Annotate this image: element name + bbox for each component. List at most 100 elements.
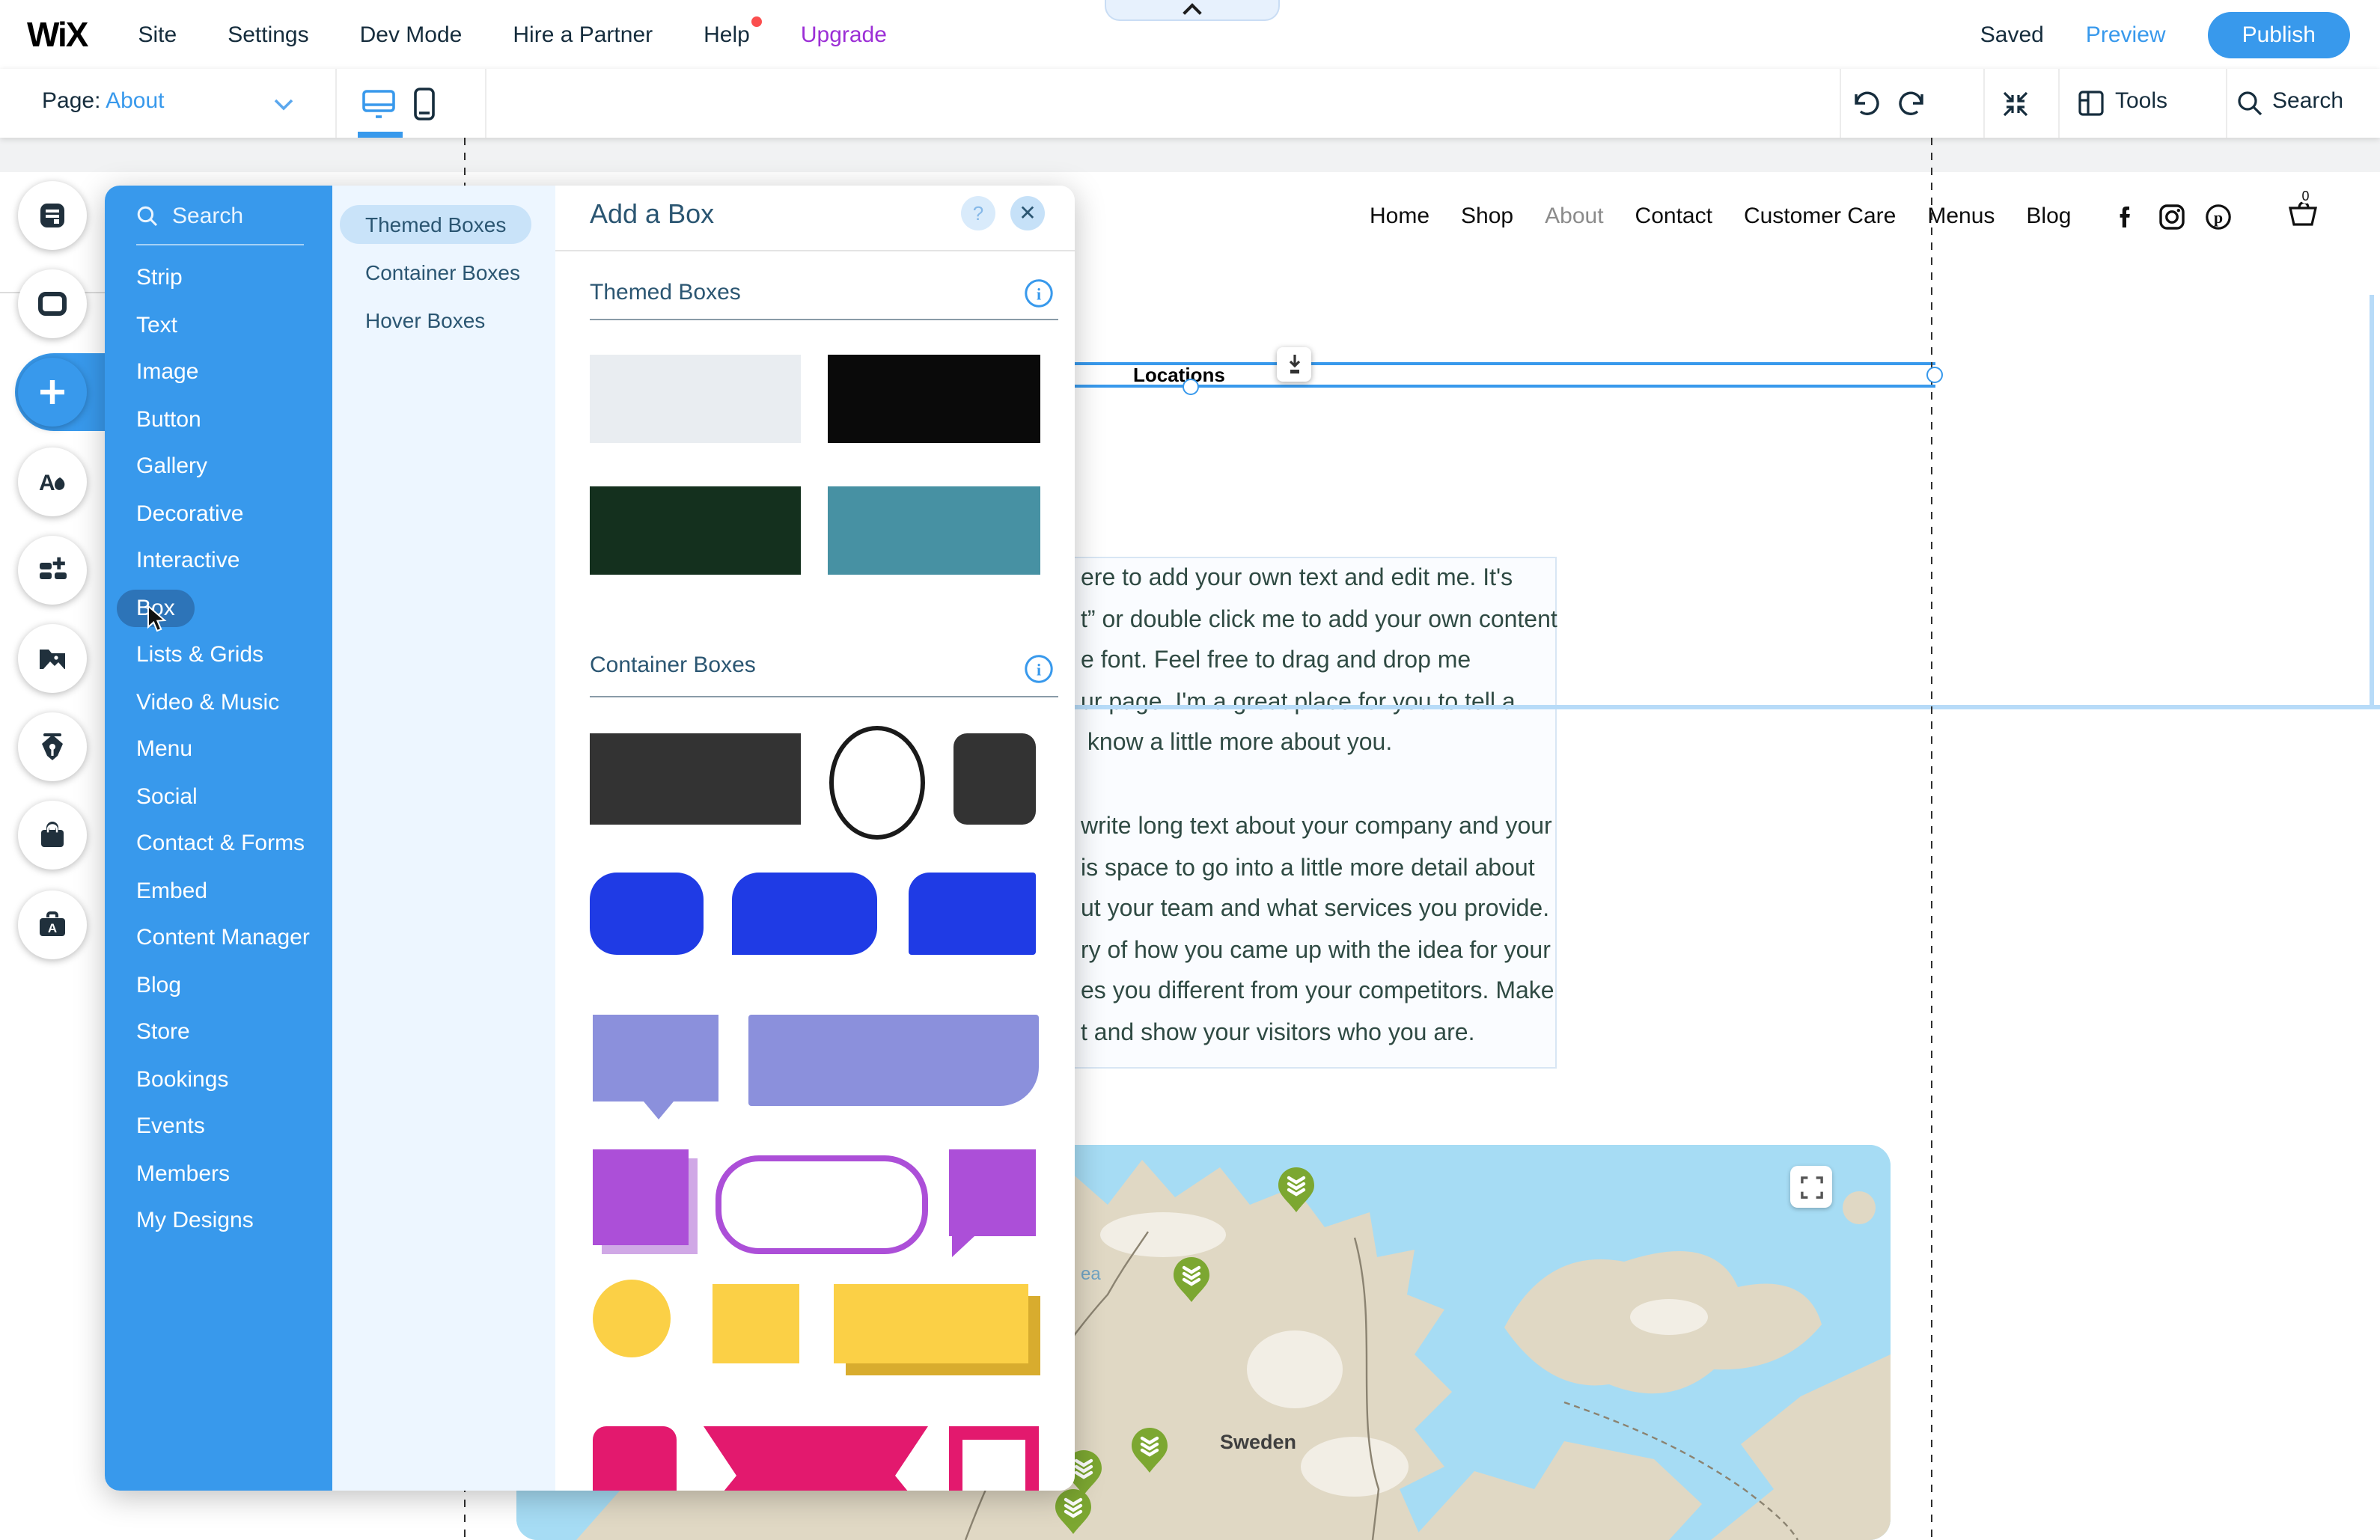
redo-icon[interactable] (1898, 90, 1928, 117)
site-nav-contact[interactable]: Contact (1635, 204, 1712, 229)
themed-box-black[interactable] (828, 355, 1040, 443)
help-button[interactable]: ? (961, 196, 995, 230)
category-button[interactable]: Button (105, 396, 310, 443)
category-bookings[interactable]: Bookings (105, 1056, 310, 1103)
panel-search-field[interactable]: Search (136, 204, 243, 229)
container-box-blue-rect[interactable] (909, 873, 1036, 955)
site-nav-menus[interactable]: Menus (1927, 204, 1995, 229)
container-box-blue-rounded-2[interactable] (732, 873, 877, 955)
site-nav-about[interactable]: About (1545, 204, 1603, 229)
container-box-purple-square[interactable] (593, 1149, 689, 1245)
subnav-themed-boxes-selected[interactable]: Themed Boxes (332, 201, 531, 248)
sidebar-app-market-button[interactable] (18, 536, 87, 605)
subnav-container-boxes[interactable]: Container Boxes (332, 248, 531, 296)
selection-handle-bottom[interactable] (1183, 379, 1199, 395)
themed-box-teal[interactable] (828, 486, 1040, 575)
category-video-music[interactable]: Video & Music (105, 679, 310, 726)
desktop-icon[interactable] (361, 88, 397, 120)
container-box-ribbon[interactable] (704, 1426, 928, 1491)
container-box-yellow-circle[interactable] (593, 1280, 671, 1357)
container-box-outline-square[interactable] (949, 1426, 1039, 1491)
container-box-speech-bubble[interactable] (593, 1015, 718, 1101)
location-pin-icon[interactable] (1278, 1167, 1314, 1212)
close-button[interactable]: ✕ (1010, 196, 1045, 230)
menu-help[interactable]: Help (704, 22, 750, 47)
category-events[interactable]: Events (105, 1103, 310, 1150)
category-box-selected[interactable]: Box (105, 584, 310, 632)
menu-site[interactable]: Site (138, 22, 177, 47)
tools-button[interactable]: Tools (2115, 88, 2167, 114)
container-box-yellow-rect[interactable] (834, 1284, 1028, 1363)
themed-box-green[interactable] (590, 486, 801, 575)
category-my-designs[interactable]: My Designs (105, 1197, 310, 1244)
search-button[interactable]: Search (2272, 88, 2343, 114)
container-box-rect-dark[interactable] (590, 733, 801, 825)
category-members[interactable]: Members (105, 1150, 310, 1197)
page-dropdown-chevron[interactable] (274, 99, 293, 111)
search-icon[interactable] (2236, 90, 2263, 117)
wix-logo[interactable]: WiX (27, 14, 88, 55)
category-social[interactable]: Social (105, 773, 310, 820)
sidebar-store-button[interactable] (18, 801, 87, 870)
category-blog[interactable]: Blog (105, 962, 310, 1009)
category-decorative[interactable]: Decorative (105, 490, 310, 537)
category-text[interactable]: Text (105, 302, 310, 349)
undo-icon[interactable] (1850, 90, 1880, 117)
site-nav-customer-care[interactable]: Customer Care (1744, 204, 1896, 229)
container-box-ellipse-outline[interactable] (829, 726, 925, 840)
sidebar-media-button[interactable] (18, 624, 87, 693)
location-pin-icon[interactable] (1132, 1428, 1168, 1473)
collapse-tab[interactable] (1105, 0, 1280, 21)
category-interactive[interactable]: Interactive (105, 537, 310, 584)
category-content-manager[interactable]: Content Manager (105, 914, 310, 962)
location-pin-icon[interactable] (1174, 1257, 1209, 1302)
subnav-hover-boxes[interactable]: Hover Boxes (332, 296, 531, 344)
info-icon[interactable]: i (1024, 278, 1054, 308)
menu-hire-a-partner[interactable]: Hire a Partner (513, 22, 653, 47)
info-icon[interactable]: i (1024, 654, 1054, 684)
container-box-pill-outline[interactable] (715, 1155, 928, 1254)
container-box-blue-rounded[interactable] (590, 873, 704, 955)
site-nav-blog[interactable]: Blog (2026, 204, 2071, 229)
menu-upgrade[interactable]: Upgrade (801, 22, 887, 47)
mobile-icon[interactable] (413, 87, 436, 121)
page-selector[interactable]: Page: About (42, 88, 165, 114)
preview-button[interactable]: Preview (2086, 22, 2166, 47)
sidebar-pages-button[interactable] (18, 181, 87, 250)
container-box-rounded-square-dark[interactable] (953, 733, 1036, 825)
themed-box-light[interactable] (590, 355, 801, 443)
sidebar-blog-pen-button[interactable] (18, 712, 87, 781)
category-strip[interactable]: Strip (105, 254, 310, 302)
cart-icon[interactable]: 0 (2283, 195, 2322, 238)
location-pin-icon[interactable] (1055, 1489, 1091, 1534)
selection-handle-right[interactable] (1926, 367, 1943, 383)
sidebar-add-button[interactable] (18, 358, 87, 427)
instagram-icon[interactable] (2158, 203, 2185, 230)
collapse-icon[interactable] (2001, 90, 2030, 118)
category-menu[interactable]: Menu (105, 726, 310, 773)
container-box-yellow-square[interactable] (713, 1284, 799, 1363)
category-image[interactable]: Image (105, 349, 310, 396)
locations-text-element[interactable]: Locations (1133, 364, 1225, 386)
container-box-purple-bubble[interactable] (949, 1149, 1036, 1236)
category-gallery[interactable]: Gallery (105, 443, 310, 490)
site-nav-home[interactable]: Home (1370, 204, 1429, 229)
menu-settings[interactable]: Settings (228, 22, 308, 47)
category-contact-forms[interactable]: Contact & Forms (105, 820, 310, 867)
category-embed[interactable]: Embed (105, 867, 310, 914)
category-lists-grids[interactable]: Lists & Grids (105, 632, 310, 679)
pinterest-icon[interactable]: p (2204, 203, 2231, 230)
stretch-button[interactable] (1277, 347, 1311, 382)
publish-button[interactable]: Publish (2208, 11, 2350, 58)
category-store[interactable]: Store (105, 1009, 310, 1056)
map-fullscreen-button[interactable] (1790, 1166, 1832, 1208)
site-nav-shop[interactable]: Shop (1461, 204, 1513, 229)
facebook-icon[interactable] (2111, 203, 2138, 230)
sidebar-background-button[interactable] (18, 269, 87, 338)
sidebar-ascend-button[interactable]: A (18, 890, 87, 959)
container-box-magenta-square[interactable] (593, 1426, 677, 1491)
sidebar-site-design-button[interactable]: A (18, 447, 87, 516)
tools-icon[interactable] (2078, 90, 2105, 117)
saved-status[interactable]: Saved (1980, 22, 2044, 47)
container-box-periwinkle-wide[interactable] (748, 1015, 1039, 1106)
